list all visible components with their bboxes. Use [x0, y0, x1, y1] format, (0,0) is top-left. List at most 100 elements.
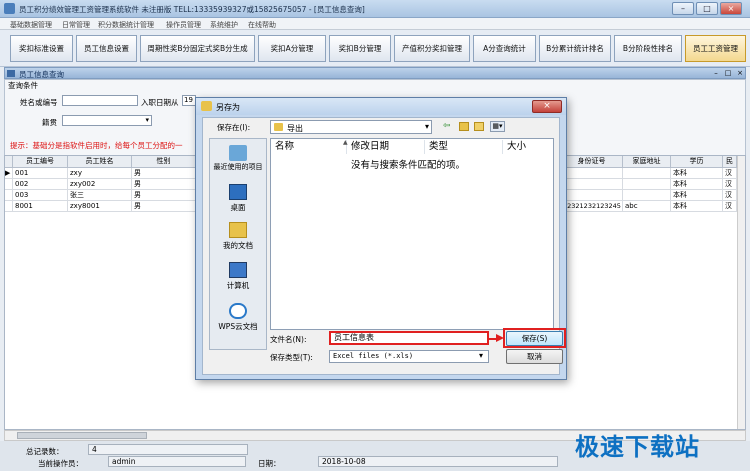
a-points-stats-button[interactable]: A分查询统计	[473, 35, 536, 62]
table-cell[interactable]: 汉	[723, 168, 737, 179]
table-cell[interactable]: abc	[623, 201, 671, 212]
filename-input[interactable]: 员工信息表	[329, 331, 489, 345]
table-cell[interactable]: 张三	[68, 190, 132, 201]
col-header-modified[interactable]: 修改日期	[347, 140, 425, 154]
table-cell[interactable]: zxy8001	[68, 201, 132, 212]
output-points-button[interactable]: 产值积分奖扣管理	[394, 35, 470, 62]
dialog-body: 保存在(I): 导出 ▾ ⇦ ▦▾ 最近使用的项目 桌面 我的文档 计算机 WP…	[202, 117, 566, 375]
a-points-manage-button[interactable]: 奖扣A分管理	[258, 35, 326, 62]
minimize-button[interactable]: –	[672, 2, 694, 15]
table-cell[interactable]: 男	[132, 179, 196, 190]
col-header-employee-id[interactable]: 员工编号	[13, 156, 68, 168]
col-header-employee-name[interactable]: 员工姓名	[68, 156, 132, 168]
maximize-button[interactable]: □	[696, 2, 718, 15]
subwindow-icon	[7, 70, 15, 77]
col-header-idcard[interactable]: 身份证号	[561, 156, 623, 168]
save-in-label: 保存在(I):	[217, 123, 251, 132]
place-computer[interactable]: 计算机	[210, 262, 266, 291]
employee-info-button[interactable]: 员工信息设置	[76, 35, 137, 62]
operator-label: 当前操作员：	[38, 459, 83, 468]
dialog-close-button[interactable]: ×	[532, 100, 562, 113]
place-recent[interactable]: 最近使用的项目	[210, 145, 266, 171]
subwindow-close-button[interactable]: ×	[735, 69, 745, 78]
table-cell[interactable]: 8001	[13, 201, 68, 212]
b-points-stage-rank-button[interactable]: B分阶段性排名	[614, 35, 682, 62]
vertical-scrollbar[interactable]	[737, 156, 745, 429]
table-cell[interactable]: 本科	[671, 190, 723, 201]
filename-label: 文件名(N):	[270, 335, 307, 344]
back-arrow-icon[interactable]: ⇦	[443, 121, 451, 131]
save-button[interactable]: 保存(S)	[506, 331, 563, 346]
filetype-select[interactable]: Excel files (*.xls)	[329, 350, 489, 363]
table-cell[interactable]: 本科	[671, 201, 723, 212]
table-cell[interactable]: 003	[13, 190, 68, 201]
menu-help[interactable]: 在线帮助	[248, 20, 276, 30]
table-cell[interactable]: zxy002	[68, 179, 132, 190]
table-cell[interactable]	[561, 179, 623, 190]
menu-points-stats[interactable]: 积分数据统计管理	[98, 20, 154, 30]
b-points-manage-button[interactable]: 奖扣B分管理	[329, 35, 391, 62]
subwindow-maximize-button[interactable]: □	[723, 69, 733, 78]
col-header-gender[interactable]: 性别	[132, 156, 196, 168]
file-list[interactable]: 名称 ▲ 修改日期 类型 大小 没有与搜索条件匹配的项。	[270, 138, 554, 330]
table-cell[interactable]: 001	[13, 168, 68, 179]
place-documents[interactable]: 我的文档	[210, 222, 266, 251]
table-cell[interactable]: 男	[132, 201, 196, 212]
table-cell[interactable]: 男	[132, 168, 196, 179]
new-folder-icon[interactable]	[474, 122, 484, 131]
save-in-select[interactable]: 导出 ▾	[270, 120, 432, 134]
scrollbar-thumb[interactable]	[17, 432, 147, 439]
table-cell[interactable]: zxy	[68, 168, 132, 179]
cancel-button[interactable]: 取消	[506, 349, 563, 364]
documents-icon	[229, 222, 247, 238]
b-points-rank-button[interactable]: B分累计统计排名	[539, 35, 611, 62]
periodic-b-points-button[interactable]: 周期性奖B分固定式奖B分生成	[140, 35, 255, 62]
table-cell[interactable]: 汉	[723, 179, 737, 190]
menu-maintenance[interactable]: 系统维护	[210, 20, 238, 30]
table-cell[interactable]: 汉	[723, 190, 737, 201]
table-cell[interactable]	[623, 190, 671, 201]
up-folder-icon[interactable]	[459, 122, 469, 131]
row-marker	[5, 190, 13, 201]
native-label: 籍贯	[42, 118, 57, 127]
place-desktop[interactable]: 桌面	[210, 184, 266, 213]
col-header-name[interactable]: 名称	[271, 140, 347, 154]
table-cell[interactable]: 本科	[671, 168, 723, 179]
cloud-icon	[229, 303, 247, 319]
date-value: 2018-10-08	[318, 456, 558, 467]
menu-bar: 基础数据管理 日常管理 积分数据统计管理 操作员管理 系统维护 在线帮助	[0, 18, 750, 30]
name-input[interactable]	[62, 95, 138, 106]
table-cell[interactable]	[623, 179, 671, 190]
table-cell[interactable]	[561, 168, 623, 179]
save-as-dialog: 另存为 × 保存在(I): 导出 ▾ ⇦ ▦▾ 最近使用的项目 桌面 我的文档	[195, 97, 567, 380]
table-cell[interactable]: 002	[13, 179, 68, 190]
join-date-input[interactable]: 19	[182, 95, 196, 106]
name-label: 姓名或编号	[20, 98, 58, 107]
salary-manage-button[interactable]: 员工工资管理	[685, 35, 746, 62]
dialog-title: 另存为	[216, 103, 240, 112]
save-in-value: 导出	[287, 124, 303, 133]
table-cell[interactable]	[561, 190, 623, 201]
table-cell[interactable]: 男	[132, 190, 196, 201]
operator-value: admin	[108, 456, 246, 467]
col-header-size[interactable]: 大小	[503, 140, 553, 154]
app-icon	[4, 3, 15, 14]
view-menu-icon[interactable]: ▦▾	[490, 121, 505, 132]
col-header-education[interactable]: 学历	[671, 156, 723, 168]
table-cell[interactable]: 汉	[723, 201, 737, 212]
table-cell[interactable]: 12321232123245	[561, 201, 623, 212]
col-header-ethnicity[interactable]: 民	[723, 156, 737, 168]
menu-operators[interactable]: 操作员管理	[166, 20, 201, 30]
native-select[interactable]: ▾	[62, 115, 152, 126]
total-value: 4	[88, 444, 248, 455]
col-header-type[interactable]: 类型	[425, 140, 503, 154]
reward-standard-button[interactable]: 奖扣标准设置	[10, 35, 73, 62]
col-header-address[interactable]: 家庭地址	[623, 156, 671, 168]
menu-basic-data[interactable]: 基础数据管理	[10, 20, 52, 30]
subwindow-minimize-button[interactable]: –	[711, 69, 721, 78]
table-cell[interactable]: 本科	[671, 179, 723, 190]
table-cell[interactable]	[623, 168, 671, 179]
place-wps-cloud[interactable]: WPS云文档	[210, 303, 266, 332]
close-button[interactable]: ×	[720, 2, 742, 15]
menu-daily[interactable]: 日常管理	[62, 20, 90, 30]
